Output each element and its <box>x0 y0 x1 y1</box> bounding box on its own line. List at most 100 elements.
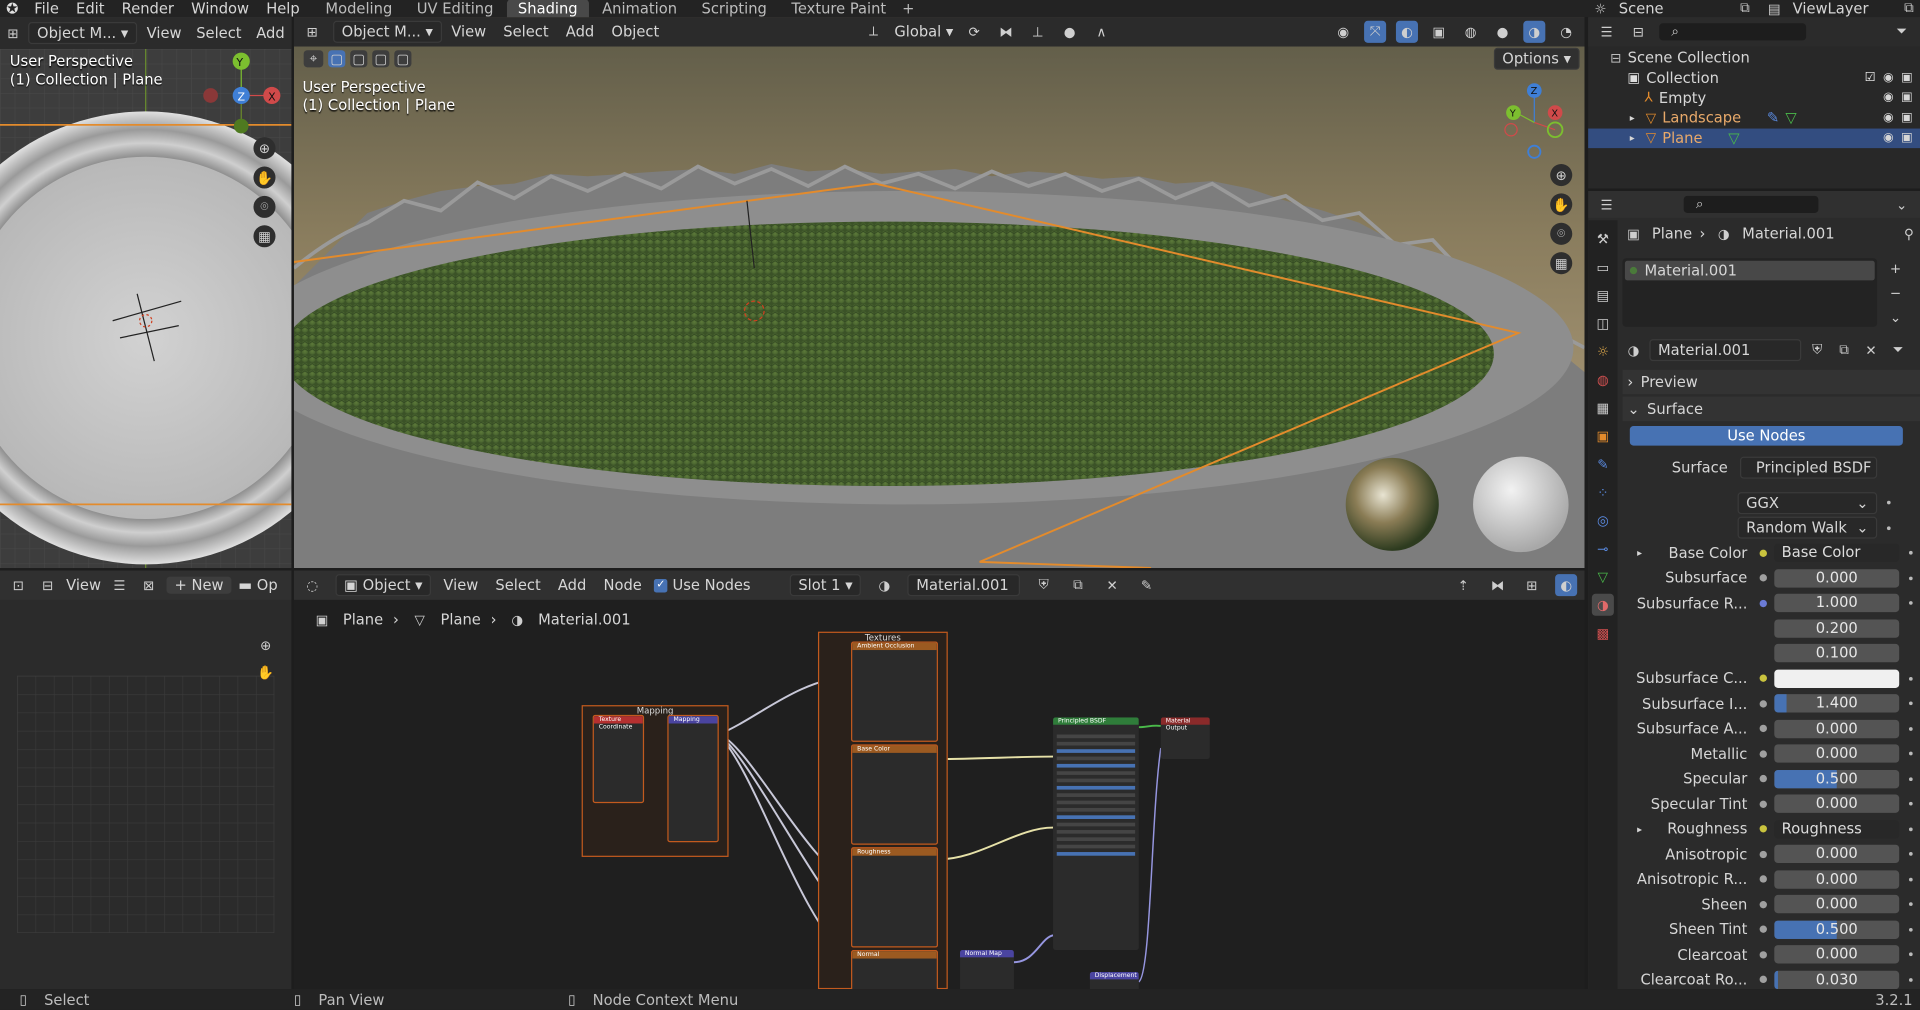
camera-icon[interactable]: ⌾ <box>253 195 276 218</box>
select-invert-icon[interactable]: ▢ <box>394 50 412 68</box>
socket-dot-icon[interactable] <box>1759 725 1767 733</box>
keyframe-dot-icon[interactable] <box>1908 927 1913 932</box>
outliner-search[interactable]: ⌕ <box>1659 23 1807 41</box>
keyframe-dot-icon[interactable] <box>1908 877 1913 882</box>
main-viewport[interactable]: ⊞ Object M... ▾ View Select Add Object ⟂ Gl… <box>293 17 1585 569</box>
solid-shading-icon[interactable]: ● <box>1491 21 1513 43</box>
menu-add[interactable]: Add <box>566 23 594 40</box>
orientation-dropdown[interactable]: Global ▾ <box>894 23 953 40</box>
texture-coordinate-node[interactable]: Texture Coordinate <box>592 714 645 804</box>
hamburger-menu-icon[interactable]: ☰ <box>108 574 130 596</box>
physics-tab-icon[interactable]: ◎ <box>1592 509 1614 531</box>
render-camera-icon[interactable]: ▣ <box>1901 131 1913 144</box>
viewport-scene[interactable] <box>293 17 1585 569</box>
use-nodes-button[interactable]: Use Nodes <box>1629 426 1903 446</box>
material-name-field[interactable]: Material.001 <box>1649 339 1802 362</box>
select-subtract-icon[interactable]: ▢ <box>372 50 390 68</box>
keyframe-dot-icon[interactable] <box>1908 676 1913 681</box>
keyframe-dot-icon[interactable] <box>1908 952 1913 957</box>
render-camera-icon[interactable]: ▣ <box>1901 91 1913 104</box>
param-number-field[interactable]: 0.000 <box>1774 744 1900 763</box>
menu-add[interactable]: Add <box>256 24 284 41</box>
rendered-shading-icon[interactable]: ◔ <box>1555 21 1577 43</box>
pivot-icon[interactable]: ⟳ <box>963 21 985 43</box>
outliner-item-empty[interactable]: ⅄ Empty ◉ ▣ <box>1588 88 1920 108</box>
new-image-button[interactable]: + New <box>167 576 231 594</box>
visibility-eye-icon[interactable]: ◉ <box>1883 111 1894 124</box>
socket-dot-icon[interactable] <box>1759 900 1767 909</box>
properties-search[interactable]: ⌕ <box>1683 195 1819 214</box>
gizmo-toggle-icon[interactable]: ⤧ <box>1364 20 1387 43</box>
workspace-tab-shading[interactable]: Shading <box>506 0 589 19</box>
mapping-node[interactable]: Mapping <box>667 714 719 843</box>
filter-icon[interactable]: ⏷ <box>1891 21 1913 43</box>
keyframe-dot-icon[interactable] <box>1886 526 1891 530</box>
tool-tab-icon[interactable]: ⚒ <box>1592 228 1614 250</box>
normal-texture-node[interactable]: Normal <box>851 949 938 990</box>
param-number-field[interactable]: 0.500 <box>1774 769 1900 789</box>
keyframe-dot-icon[interactable] <box>1908 852 1913 857</box>
socket-dot-icon[interactable] <box>1759 850 1767 858</box>
keyframe-dot-icon[interactable] <box>1908 726 1913 731</box>
socket-dot-icon[interactable] <box>1759 950 1767 959</box>
zoom-icon[interactable]: ⊕ <box>255 634 277 656</box>
distribution-dropdown[interactable]: GGX ⌄ <box>1737 491 1878 514</box>
ao-texture-node[interactable]: Ambient Occlusion <box>851 641 938 742</box>
visibility-eye-icon[interactable]: ◉ <box>1883 91 1894 104</box>
scene-name[interactable]: Scene <box>1619 0 1727 17</box>
editor-type-icon[interactable]: ⊞ <box>301 21 323 43</box>
material-browse-icon[interactable]: ◑ <box>1622 339 1644 361</box>
base-color-texture-node[interactable]: Base Color <box>851 744 938 845</box>
keyframe-dot-icon[interactable] <box>1908 827 1913 831</box>
socket-dot-icon[interactable] <box>1759 975 1767 984</box>
param-number-field[interactable]: 0.100 <box>1774 644 1900 663</box>
workspace-tab-texture-paint[interactable]: Texture Paint <box>780 0 897 18</box>
material-link-icon[interactable]: ⏷ <box>1887 339 1909 361</box>
editor-type-icon[interactable]: ☰ <box>1596 21 1618 43</box>
pin-icon[interactable]: ⚲ <box>1898 223 1920 245</box>
snap-target-icon[interactable]: ⊥ <box>1027 21 1049 43</box>
param-number-field[interactable]: 0.200 <box>1774 619 1900 638</box>
outliner-item-landscape[interactable]: ▸ ▽ Landscape ✎ ▽ ◉ ▣ <box>1588 108 1920 128</box>
workspace-tab-uv-editing[interactable]: UV Editing <box>406 0 505 18</box>
duplicate-material-icon[interactable]: ⧉ <box>1833 339 1855 361</box>
navigation-gizmo[interactable]: Y X Z <box>196 51 289 137</box>
socket-dot-icon[interactable] <box>1759 825 1767 833</box>
view-layer-tab-icon[interactable]: ◫ <box>1592 312 1614 334</box>
principled-bsdf-node[interactable]: Principled BSDF <box>1053 717 1139 950</box>
param-number-field[interactable]: 0.000 <box>1774 895 1900 914</box>
editor-type-icon[interactable]: ⊡ <box>7 574 29 596</box>
menu-object[interactable]: Object <box>611 23 659 40</box>
texture-tab-icon[interactable]: ▩ <box>1592 622 1614 644</box>
object-tab-icon[interactable]: ▣ <box>1592 425 1614 447</box>
socket-dot-icon[interactable] <box>1759 674 1767 683</box>
menu-file[interactable]: File <box>34 0 59 17</box>
wireframe-shading-icon[interactable]: ◍ <box>1460 21 1482 43</box>
keyframe-dot-icon[interactable] <box>1908 777 1913 781</box>
socket-dot-icon[interactable] <box>1759 574 1767 582</box>
render-tab-icon[interactable]: ▭ <box>1592 256 1614 278</box>
mode-dropdown[interactable]: Object M... ▾ <box>333 20 442 43</box>
param-number-field[interactable]: 1.400 <box>1774 694 1900 713</box>
keyframe-dot-icon[interactable] <box>1908 902 1913 907</box>
pan-hand-icon[interactable]: ✋ <box>255 661 277 683</box>
editor-type-icon[interactable]: ☰ <box>1596 193 1618 215</box>
snap-icon[interactable]: ⧓ <box>995 21 1017 43</box>
visibility-eye-icon[interactable]: ◉ <box>1883 131 1894 144</box>
menu-view[interactable]: View <box>451 23 486 40</box>
image-browse-icon[interactable]: ⊠ <box>138 574 160 596</box>
menu-window[interactable]: Window <box>191 0 249 17</box>
socket-dot-icon[interactable] <box>1759 750 1767 758</box>
select-tool-icon[interactable]: ⌖ <box>303 50 324 68</box>
overlay-toggle-icon[interactable]: ◐ <box>1395 20 1418 43</box>
slot-menu-icon[interactable]: ⌄ <box>1885 306 1907 328</box>
param-number-field[interactable]: 0.500 <box>1774 920 1900 939</box>
workspace-tab-scripting[interactable]: Scripting <box>691 0 778 18</box>
param-number-field[interactable]: 1.000 <box>1774 594 1900 613</box>
view-layer-name[interactable]: ViewLayer <box>1793 0 1891 17</box>
param-number-field[interactable]: 0.000 <box>1774 870 1900 889</box>
param-link-field[interactable]: Roughness <box>1774 819 1900 839</box>
keyframe-dot-icon[interactable] <box>1908 576 1913 580</box>
fake-user-icon[interactable]: ⛨ <box>1806 339 1828 361</box>
material-output-node[interactable]: Material Output <box>1160 717 1210 760</box>
